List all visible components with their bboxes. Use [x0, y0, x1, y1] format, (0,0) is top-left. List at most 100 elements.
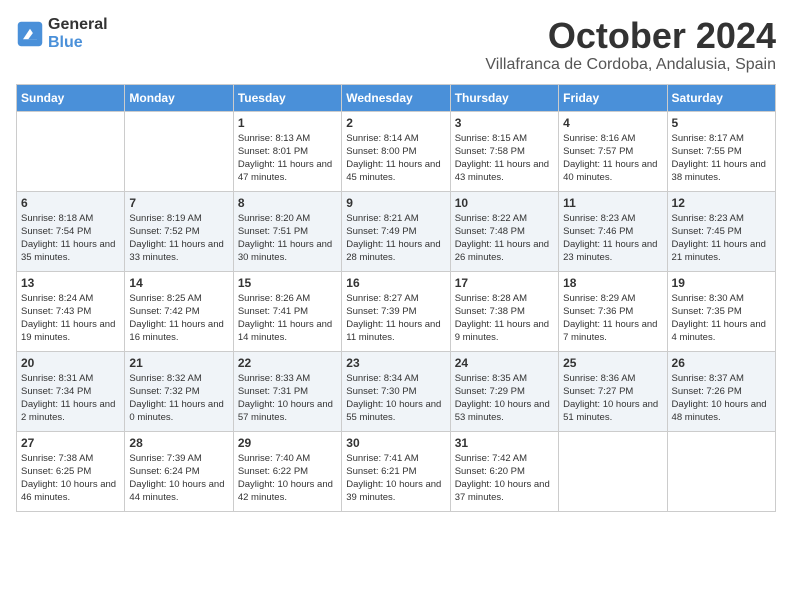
logo-blue-text: Blue [48, 34, 108, 52]
day-number: 30 [346, 436, 445, 450]
day-number: 22 [238, 356, 337, 370]
calendar-cell: 24 Sunrise: 8:35 AMSunset: 7:29 PMDayligh… [450, 351, 558, 431]
day-number: 16 [346, 276, 445, 290]
calendar-cell: 10Sunrise: 8:22 AMSunset: 7:48 PMDayligh… [450, 191, 558, 271]
day-info: Sunrise: 8:27 AMSunset: 7:39 PMDaylight:… [346, 292, 445, 345]
calendar-cell: 1Sunrise: 8:13 AMSunset: 8:01 PMDaylight… [233, 111, 341, 191]
week-row-1: 1Sunrise: 8:13 AMSunset: 8:01 PMDaylight… [17, 111, 776, 191]
logo-general-text: General [48, 16, 108, 34]
weekday-header-wednesday: Wednesday [342, 84, 450, 111]
calendar-cell: 23 Sunrise: 8:34 AMSunset: 7:30 PMDayligh… [342, 351, 450, 431]
title-block: October 2024 Villafranca de Cordoba, And… [485, 16, 776, 74]
day-info: Sunrise: 8:23 AMSunset: 7:46 PMDaylight:… [563, 212, 662, 265]
day-info: Sunrise: 8:15 AMSunset: 7:58 PMDaylight:… [455, 132, 554, 185]
day-number: 31 [455, 436, 554, 450]
calendar-cell: 26 Sunrise: 8:37 AMSunset: 7:26 PMDayligh… [667, 351, 775, 431]
day-info: Sunrise: 8:17 AMSunset: 7:55 PMDaylight:… [672, 132, 771, 185]
calendar-cell [559, 431, 667, 511]
calendar-cell [667, 431, 775, 511]
day-info: Sunrise: 8:34 AMSunset: 7:30 PMDaylight:… [346, 372, 445, 425]
logo: General Blue [16, 16, 108, 51]
day-info: Sunrise: 8:28 AMSunset: 7:38 PMDaylight:… [455, 292, 554, 345]
weekday-header-sunday: Sunday [17, 84, 125, 111]
calendar-cell: 12 Sunrise: 8:23 AMSunset: 7:45 PMDayligh… [667, 191, 775, 271]
day-number: 9 [346, 196, 445, 210]
day-info: Sunrise: 8:20 AMSunset: 7:51 PMDaylight:… [238, 212, 337, 265]
day-number: 17 [455, 276, 554, 290]
day-info: Sunrise: 8:37 AMSunset: 7:26 PMDaylight:… [672, 372, 771, 425]
weekday-header-saturday: Saturday [667, 84, 775, 111]
day-info: Sunrise: 8:23 AMSunset: 7:45 PMDaylight:… [672, 212, 771, 265]
calendar-cell: 29 Sunrise: 7:40 AMSunset: 6:22 PMDayligh… [233, 431, 341, 511]
header-row: SundayMondayTuesdayWednesdayThursdayFrid… [17, 84, 776, 111]
day-info: Sunrise: 8:29 AMSunset: 7:36 PMDaylight:… [563, 292, 662, 345]
day-number: 4 [563, 116, 662, 130]
day-info: Sunrise: 8:25 AMSunset: 7:42 PMDaylight:… [129, 292, 228, 345]
week-row-3: 13 Sunrise: 8:24 AMSunset: 7:43 PMDayligh… [17, 271, 776, 351]
calendar-cell: 19Sunrise: 8:30 AMSunset: 7:35 PMDayligh… [667, 271, 775, 351]
day-number: 26 [672, 356, 771, 370]
calendar-cell: 2Sunrise: 8:14 AMSunset: 8:00 PMDaylight… [342, 111, 450, 191]
week-row-4: 20Sunrise: 8:31 AMSunset: 7:34 PMDayligh… [17, 351, 776, 431]
month-title: October 2024 [485, 16, 776, 56]
calendar-cell: 20Sunrise: 8:31 AMSunset: 7:34 PMDayligh… [17, 351, 125, 431]
weekday-header-tuesday: Tuesday [233, 84, 341, 111]
day-number: 25 [563, 356, 662, 370]
day-info: Sunrise: 8:26 AMSunset: 7:41 PMDaylight:… [238, 292, 337, 345]
day-number: 12 [672, 196, 771, 210]
page-header: General Blue October 2024 Villafranca de… [16, 16, 776, 74]
day-number: 14 [129, 276, 228, 290]
day-number: 6 [21, 196, 120, 210]
calendar-cell: 27Sunrise: 7:38 AMSunset: 6:25 PMDayligh… [17, 431, 125, 511]
calendar-cell: 6 Sunrise: 8:18 AMSunset: 7:54 PMDaylight… [17, 191, 125, 271]
calendar-cell: 9Sunrise: 8:21 AMSunset: 7:49 PMDaylight… [342, 191, 450, 271]
calendar-cell: 5 Sunrise: 8:17 AMSunset: 7:55 PMDaylight… [667, 111, 775, 191]
day-info: Sunrise: 7:41 AMSunset: 6:21 PMDaylight:… [346, 452, 445, 505]
day-number: 15 [238, 276, 337, 290]
location-subtitle: Villafranca de Cordoba, Andalusia, Spain [485, 56, 776, 74]
day-number: 2 [346, 116, 445, 130]
day-info: Sunrise: 7:42 AMSunset: 6:20 PMDaylight:… [455, 452, 554, 505]
day-info: Sunrise: 8:18 AMSunset: 7:54 PMDaylight:… [21, 212, 120, 265]
calendar-cell: 31 Sunrise: 7:42 AMSunset: 6:20 PMDayligh… [450, 431, 558, 511]
day-info: Sunrise: 8:22 AMSunset: 7:48 PMDaylight:… [455, 212, 554, 265]
day-number: 18 [563, 276, 662, 290]
day-info: Sunrise: 8:32 AMSunset: 7:32 PMDaylight:… [129, 372, 228, 425]
day-number: 21 [129, 356, 228, 370]
day-number: 13 [21, 276, 120, 290]
day-number: 8 [238, 196, 337, 210]
day-info: Sunrise: 8:35 AMSunset: 7:29 PMDaylight:… [455, 372, 554, 425]
calendar-cell [17, 111, 125, 191]
calendar-cell: 30 Sunrise: 7:41 AMSunset: 6:21 PMDayligh… [342, 431, 450, 511]
calendar-cell: 28Sunrise: 7:39 AMSunset: 6:24 PMDayligh… [125, 431, 233, 511]
day-info: Sunrise: 8:19 AMSunset: 7:52 PMDaylight:… [129, 212, 228, 265]
calendar-cell: 4 Sunrise: 8:16 AMSunset: 7:57 PMDaylight… [559, 111, 667, 191]
day-info: Sunrise: 8:24 AMSunset: 7:43 PMDaylight:… [21, 292, 120, 345]
calendar-cell: 22 Sunrise: 8:33 AMSunset: 7:31 PMDayligh… [233, 351, 341, 431]
calendar-cell: 7Sunrise: 8:19 AMSunset: 7:52 PMDaylight… [125, 191, 233, 271]
day-number: 23 [346, 356, 445, 370]
day-info: Sunrise: 7:40 AMSunset: 6:22 PMDaylight:… [238, 452, 337, 505]
day-number: 27 [21, 436, 120, 450]
calendar-cell: 15 Sunrise: 8:26 AMSunset: 7:41 PMDayligh… [233, 271, 341, 351]
weekday-header-monday: Monday [125, 84, 233, 111]
calendar-cell: 13 Sunrise: 8:24 AMSunset: 7:43 PMDayligh… [17, 271, 125, 351]
calendar-cell: 11Sunrise: 8:23 AMSunset: 7:46 PMDayligh… [559, 191, 667, 271]
calendar-cell: 14 Sunrise: 8:25 AMSunset: 7:42 PMDayligh… [125, 271, 233, 351]
day-number: 5 [672, 116, 771, 130]
day-number: 29 [238, 436, 337, 450]
calendar-cell: 8 Sunrise: 8:20 AMSunset: 7:51 PMDaylight… [233, 191, 341, 271]
logo-text: General Blue [48, 16, 108, 51]
calendar-cell: 3 Sunrise: 8:15 AMSunset: 7:58 PMDaylight… [450, 111, 558, 191]
day-info: Sunrise: 8:33 AMSunset: 7:31 PMDaylight:… [238, 372, 337, 425]
day-info: Sunrise: 7:39 AMSunset: 6:24 PMDaylight:… [129, 452, 228, 505]
weekday-header-friday: Friday [559, 84, 667, 111]
logo-icon [16, 20, 44, 48]
day-info: Sunrise: 8:30 AMSunset: 7:35 PMDaylight:… [672, 292, 771, 345]
day-number: 24 [455, 356, 554, 370]
week-row-5: 27Sunrise: 7:38 AMSunset: 6:25 PMDayligh… [17, 431, 776, 511]
day-info: Sunrise: 8:16 AMSunset: 7:57 PMDaylight:… [563, 132, 662, 185]
calendar-cell: 21 Sunrise: 8:32 AMSunset: 7:32 PMDayligh… [125, 351, 233, 431]
calendar-cell: 17 Sunrise: 8:28 AMSunset: 7:38 PMDayligh… [450, 271, 558, 351]
day-number: 3 [455, 116, 554, 130]
